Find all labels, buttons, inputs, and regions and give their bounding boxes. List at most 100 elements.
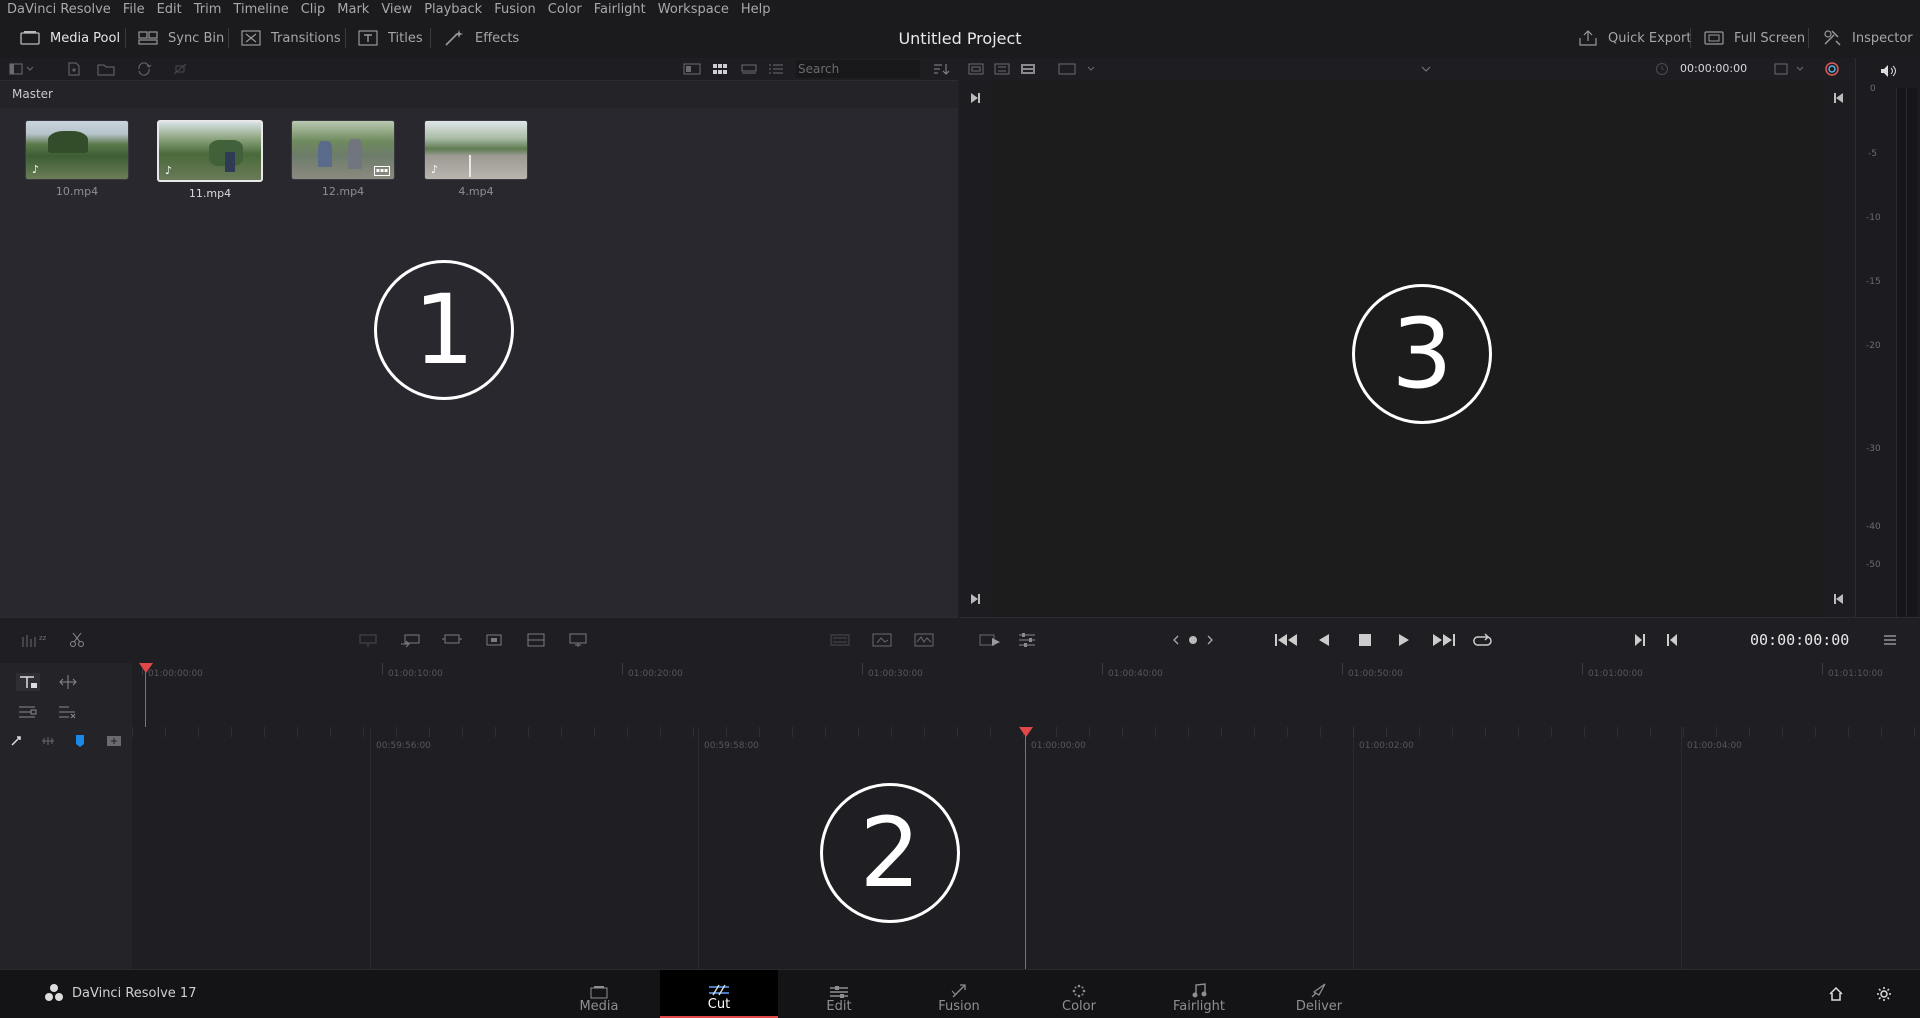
close-up-icon[interactable] [482,630,506,650]
inspector-button[interactable]: Inspector [1822,18,1913,58]
sort-icon[interactable] [930,61,952,77]
page-tab-fairlight[interactable]: Fairlight [1140,970,1258,1018]
go-to-end-icon[interactable] [1428,630,1458,650]
full-screen-button[interactable]: Full Screen [1704,18,1805,58]
play-icon[interactable] [1392,630,1416,650]
menu-fusion[interactable]: Fusion [494,2,536,17]
video-track-view-icon[interactable] [870,630,894,650]
add-track-icon[interactable] [104,733,124,749]
out-point-top-icon[interactable] [1830,90,1848,106]
marker-flag-icon[interactable] [72,733,88,749]
audio-trim-icon[interactable] [54,701,82,723]
speaker-icon[interactable] [1876,63,1900,79]
view-metadata-icon[interactable] [682,61,702,77]
prev-chevron-icon[interactable] [1168,630,1184,650]
waveform-view-icon[interactable] [912,630,936,650]
media-pool-button[interactable]: Media Pool [20,18,120,58]
audio-settings-icon[interactable] [1014,630,1040,650]
menu-clip[interactable]: Clip [301,2,326,17]
go-to-start-icon[interactable] [1272,630,1302,650]
home-icon[interactable] [1826,984,1846,1004]
import-folder-icon[interactable] [96,61,116,77]
snapping-icon[interactable] [6,733,26,749]
menu-view[interactable]: View [381,2,412,17]
clip-12[interactable]: ▪▪▪ 12.mp4 [290,120,396,198]
quick-export-button[interactable]: Quick Export [1578,18,1691,58]
playhead-handle[interactable] [1019,727,1033,737]
viewer-options-dropdown[interactable] [1772,61,1814,77]
audio-lock-icon[interactable] [14,701,42,723]
mark-in-icon[interactable] [1628,630,1652,650]
menu-fairlight[interactable]: Fairlight [594,2,646,17]
timeline-overview-ruler[interactable]: 01:00:00:00 01:00:10:00 01:00:20:00 01:0… [132,663,1920,728]
sync-icon[interactable] [134,61,154,77]
import-media-icon[interactable] [64,61,84,77]
scissors-icon[interactable] [66,630,88,650]
source-overwrite-icon[interactable] [566,630,590,650]
search-input[interactable]: Search [796,60,920,78]
settings-gear-icon[interactable] [1874,984,1894,1004]
transitions-button[interactable]: Transitions [241,18,341,58]
play-source-icon[interactable] [976,630,1004,650]
timeline-view-icon[interactable] [1018,61,1038,77]
mark-out-icon[interactable] [1660,630,1684,650]
viewer-mode-dropdown[interactable] [1056,61,1102,77]
menu-edit[interactable]: Edit [157,2,182,17]
menu-trim[interactable]: Trim [194,2,222,17]
clip-11[interactable]: ♪ 11.mp4 [157,120,263,200]
view-filmstrip-icon[interactable] [739,61,759,77]
safe-area-icon[interactable] [966,61,986,77]
page-tab-media[interactable]: Media [540,970,658,1018]
view-list-icon[interactable] [766,61,786,77]
page-tab-edit[interactable]: Edit [780,970,898,1018]
in-point-top-icon[interactable] [966,90,984,106]
audio-scrub-icon[interactable] [38,733,58,749]
menu-mark[interactable]: Mark [337,2,369,17]
stop-icon[interactable] [1353,630,1377,650]
page-tab-deliver[interactable]: Deliver [1260,970,1378,1018]
sidebar-toggle-icon[interactable] [8,61,36,77]
viewer-timecode[interactable]: 00:00:00:00 [1750,631,1849,649]
color-wheel-icon[interactable] [1822,60,1842,78]
jog-dot-icon[interactable] [1185,630,1201,650]
menu-help[interactable]: Help [741,2,771,17]
audio-track-view-icon[interactable] [828,630,852,650]
page-tab-cut[interactable]: Cut [660,970,778,1018]
menu-color[interactable]: Color [548,2,582,17]
append-icon[interactable] [398,630,422,650]
place-on-top-icon[interactable] [524,630,548,650]
sync-bin-button[interactable]: Sync Bin [138,18,224,58]
play-reverse-icon[interactable] [1312,630,1336,650]
ripple-overwrite-icon[interactable] [440,630,464,650]
titles-button[interactable]: Titles [358,18,423,58]
menu-file[interactable]: File [123,2,145,17]
timeline-select-chevron-icon[interactable] [1416,61,1436,77]
trim-tool-icon[interactable] [54,671,82,693]
upper-playhead-handle[interactable] [139,663,153,673]
hamburger-menu-icon[interactable] [1878,630,1902,650]
clip-4[interactable]: ♪ 4.mp4 [423,120,529,198]
menu-workspace[interactable]: Workspace [658,2,729,17]
next-chevron-icon[interactable] [1202,630,1218,650]
unlink-icon[interactable] [170,61,190,77]
clip-10[interactable]: ♪ 10.mp4 [24,120,130,198]
smart-insert-icon[interactable] [356,630,380,650]
menu-app-name[interactable]: DaVinci Resolve [7,2,111,17]
davinci-logo-icon [44,983,64,1003]
source-tape-icon[interactable] [992,61,1012,77]
page-tab-color[interactable]: Color [1020,970,1138,1018]
bin-name[interactable]: Master [12,87,53,101]
out-point-bottom-icon[interactable] [1830,591,1848,607]
in-point-bottom-icon[interactable] [966,591,984,607]
viewer-screen[interactable]: 3 [990,80,1824,617]
timecode-gridline [1681,727,1682,969]
menu-playback[interactable]: Playback [424,2,482,17]
effects-button[interactable]: Effects [443,18,519,58]
loop-icon[interactable] [1470,630,1496,650]
smart-bin-zz-icon[interactable]: zz [20,630,50,650]
page-tab-fusion[interactable]: Fusion [900,970,1018,1018]
track-lock-icon[interactable] [14,671,42,693]
view-thumbnail-icon[interactable] [710,61,730,77]
timeline-detail[interactable]: 00:59:56:00 00:59:58:00 01:00:00:00 01:0… [132,727,1920,969]
menu-timeline[interactable]: Timeline [233,2,288,17]
